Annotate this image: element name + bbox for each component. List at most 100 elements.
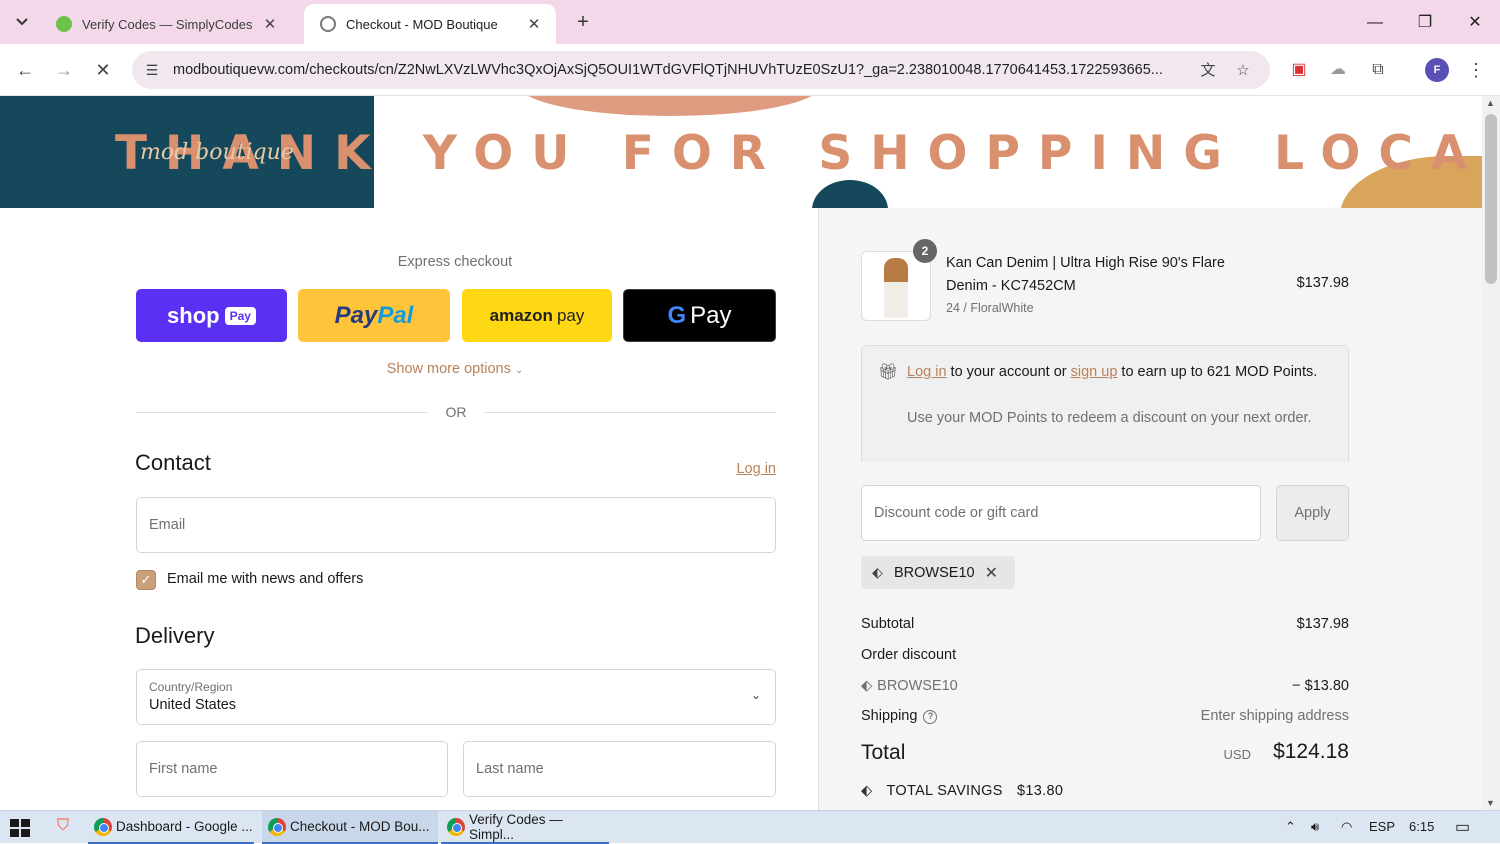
points-login-link[interactable]: Log in: [907, 364, 947, 380]
show-more-options-label: Show more options: [386, 361, 511, 377]
scrollbar-thumb[interactable]: [1485, 114, 1497, 284]
subtotal-row: Subtotal $137.98: [861, 616, 1349, 636]
taskbar-app-verify-codes[interactable]: Verify Codes — Simpl...: [441, 811, 609, 844]
total-value: $124.18: [1273, 740, 1349, 763]
shipping-value: Enter shipping address: [1200, 708, 1349, 724]
amazon-pay-button[interactable]: amazon pay: [462, 289, 612, 342]
shipping-label-wrap: Shipping?: [861, 708, 938, 724]
savings-value: $13.80: [1017, 783, 1064, 799]
address-bar[interactable]: ☰ modboutiquevw.com/checkouts/cn/Z2NwLXV…: [132, 51, 1270, 89]
amazon-wordmark: amazon: [489, 305, 553, 325]
close-window-button[interactable]: ✕: [1460, 10, 1490, 36]
tab-title: Verify Codes — SimplyCodes: [82, 16, 253, 32]
forward-button[interactable]: →: [50, 56, 78, 84]
product-price: $137.98: [1296, 275, 1349, 291]
tray-chevron-up-icon[interactable]: ⌃: [1285, 819, 1296, 835]
translate-icon[interactable]: 文: [1197, 60, 1219, 82]
volume-icon[interactable]: 🔊︎: [1311, 819, 1319, 835]
store-logo[interactable]: mod boutique: [140, 140, 294, 165]
remove-discount-icon[interactable]: ✕: [985, 563, 998, 583]
subtotal-value: $137.98: [1296, 616, 1349, 632]
or-divider: OR: [136, 404, 776, 420]
tab-verify-codes[interactable]: Verify Codes — SimplyCodes ✕: [40, 4, 292, 44]
discount-code-input[interactable]: Discount code or gift card: [861, 485, 1261, 541]
google-pay-button[interactable]: G Pay: [623, 289, 776, 342]
total-row: Total USD $124.18: [861, 738, 1349, 768]
tag-icon: ⬖: [861, 678, 873, 694]
windows-taskbar: ⛉ Dashboard - Google ... Checkout - MOD …: [0, 810, 1500, 844]
language-indicator[interactable]: ESP: [1369, 819, 1395, 834]
shop-pay-pill: Pay: [224, 306, 256, 325]
scroll-up-arrow-icon[interactable]: ▲: [1486, 98, 1495, 108]
points-signup-link[interactable]: sign up: [1071, 364, 1118, 380]
country-label: Country/Region: [149, 680, 233, 694]
total-label: Total: [861, 741, 906, 764]
chrome-icon: [94, 817, 112, 836]
paypal-pay-text: Pay: [334, 301, 378, 329]
taskbar-app-dashboard[interactable]: Dashboard - Google ...: [88, 811, 254, 844]
tab-search-button[interactable]: [8, 8, 36, 36]
brave-browser-icon[interactable]: ⛉: [53, 817, 73, 837]
shop-pay-button[interactable]: shop Pay: [136, 289, 287, 342]
product-name: Kan Can Denim | Ultra High Rise 90's Fla…: [946, 255, 1225, 294]
country-select[interactable]: Country/Region United States ⌄: [136, 669, 776, 725]
email-field[interactable]: Email: [136, 497, 776, 553]
site-info-icon[interactable]: ☰: [142, 60, 162, 80]
banner-decoration: [520, 96, 820, 116]
browser-menu-icon[interactable]: ⋮: [1462, 56, 1490, 84]
browser-toolbar: ← → ✕ ☰ modboutiquevw.com/checkouts/cn/Z…: [0, 44, 1500, 96]
tab-title: Checkout - MOD Boutique: [346, 16, 498, 32]
show-more-options-link[interactable]: Show more options ⌄: [135, 361, 775, 377]
close-tab-icon[interactable]: ✕: [524, 15, 544, 33]
product-figure: [884, 258, 908, 318]
delivery-heading: Delivery: [135, 623, 215, 648]
restore-button[interactable]: ❐: [1410, 10, 1440, 36]
order-discount-row: Order discount: [861, 647, 1349, 667]
contact-login-link[interactable]: Log in: [700, 461, 776, 477]
order-summary: 2 Kan Can Denim | Ultra High Rise 90's F…: [818, 208, 1482, 810]
shop-pay-wordmark: shop: [167, 302, 220, 328]
scroll-down-arrow-icon[interactable]: ▼: [1486, 798, 1495, 808]
close-tab-icon[interactable]: ✕: [260, 15, 280, 33]
profile-avatar[interactable]: F: [1425, 58, 1449, 82]
windows-start-icon[interactable]: [10, 819, 30, 837]
bookmark-star-icon[interactable]: ☆: [1232, 60, 1254, 82]
info-icon[interactable]: ?: [923, 710, 938, 724]
divider-line: [136, 412, 428, 413]
discount-code-text: BROWSE10: [877, 678, 958, 694]
new-tab-button[interactable]: +: [570, 10, 596, 36]
minimize-button[interactable]: —: [1360, 10, 1390, 36]
points-subtext: Use your MOD Points to redeem a discount…: [907, 410, 1312, 426]
wifi-icon[interactable]: ◠: [1341, 819, 1352, 835]
product-variant: 24 / FloralWhite: [946, 301, 1034, 315]
applied-discount-tag: ⬖ BROWSE10 ✕: [861, 556, 1015, 589]
subtotal-label: Subtotal: [861, 616, 915, 632]
url-text[interactable]: modboutiquevw.com/checkouts/cn/Z2NwLXVzL…: [173, 51, 1188, 89]
google-g-icon: G: [667, 301, 687, 329]
stop-loading-button[interactable]: ✕: [89, 56, 117, 84]
clock[interactable]: 6:15: [1409, 819, 1434, 834]
discount-placeholder: Discount code or gift card: [874, 505, 1039, 521]
store-banner: THANK YOU FOR SHOPPING LOCAL! mod boutiq…: [0, 96, 1482, 208]
newsletter-checkbox[interactable]: ✓: [136, 570, 156, 590]
taskbar-app-checkout[interactable]: Checkout - MOD Bou...: [262, 811, 438, 844]
taskbar-app-title: Dashboard - Google ...: [116, 819, 253, 834]
extension-cloud-icon[interactable]: ☁: [1324, 56, 1352, 84]
extensions-puzzle-icon[interactable]: ⧉: [1364, 56, 1392, 84]
points-text: to your account or: [946, 364, 1071, 380]
shipping-row: Shipping? Enter shipping address: [861, 708, 1349, 728]
paypal-button[interactable]: Pay Pal: [298, 289, 450, 342]
chrome-icon: [447, 817, 465, 836]
google-pay-text: Pay: [690, 301, 732, 329]
newsletter-label[interactable]: Email me with news and offers: [167, 571, 363, 587]
first-name-field[interactable]: First name: [136, 741, 448, 797]
notification-icon[interactable]: ▭: [1455, 817, 1470, 837]
page-scrollbar[interactable]: ▲ ▼: [1482, 96, 1500, 810]
apply-discount-button[interactable]: Apply: [1276, 485, 1349, 541]
savings-tag-icon: ⬖: [861, 783, 873, 799]
last-name-field[interactable]: Last name: [463, 741, 776, 797]
extension-icon[interactable]: ▣: [1285, 56, 1313, 84]
back-button[interactable]: ←: [11, 56, 39, 84]
paypal-pal-text: Pal: [377, 301, 414, 329]
tab-checkout[interactable]: Checkout - MOD Boutique ✕: [304, 4, 556, 44]
